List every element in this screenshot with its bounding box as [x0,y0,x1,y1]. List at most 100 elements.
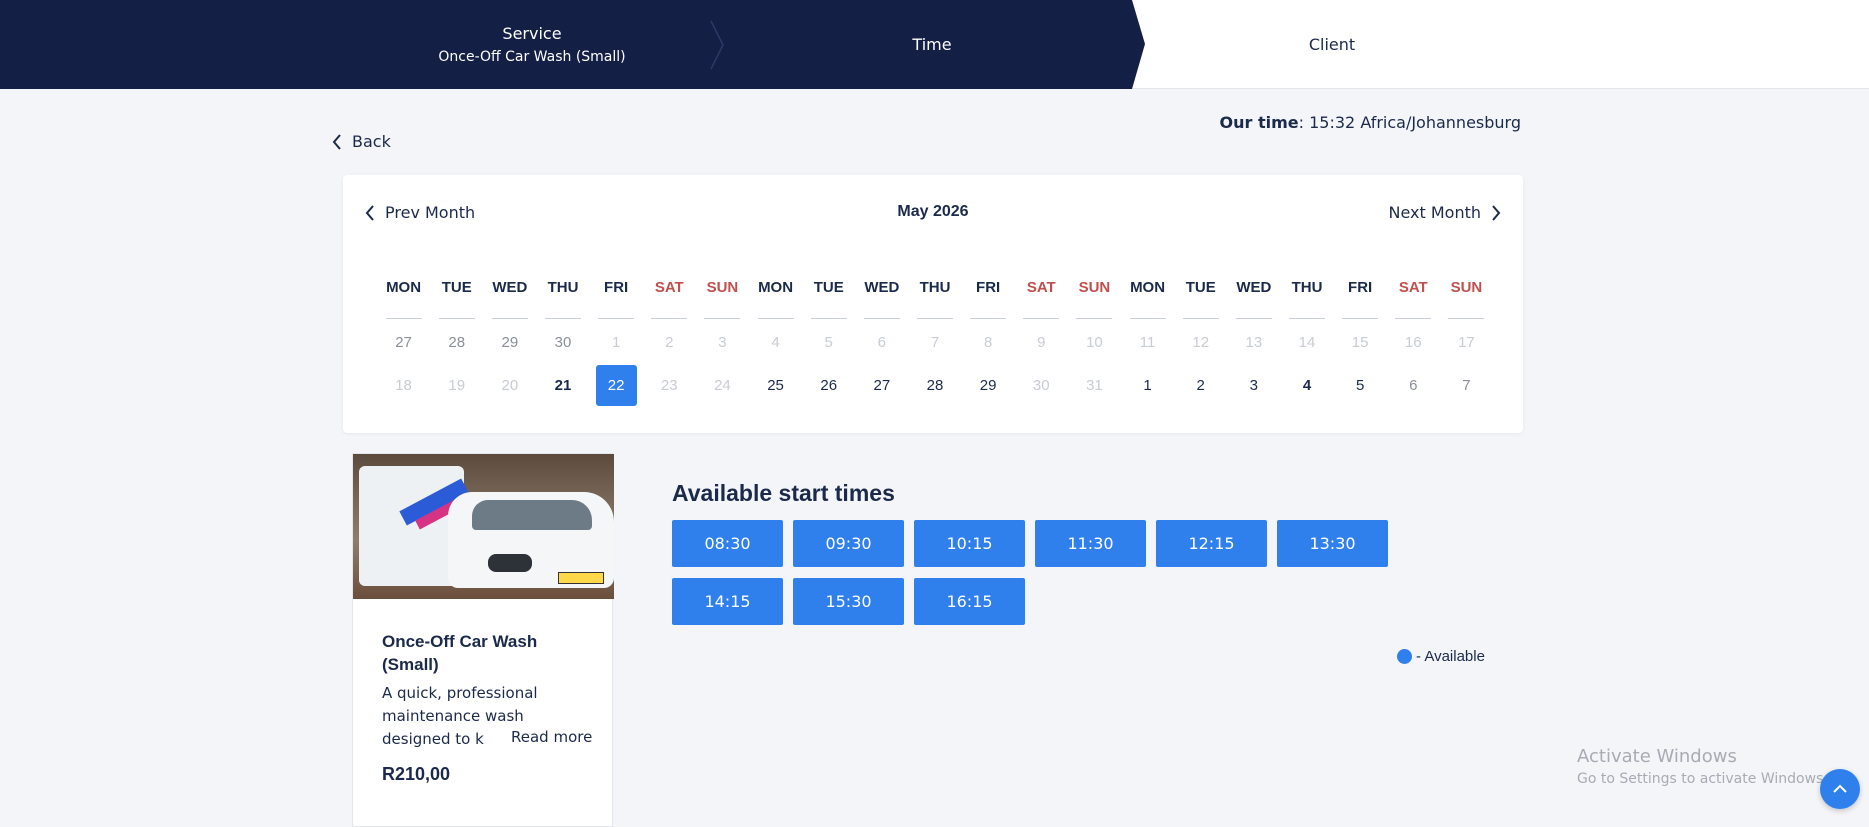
scroll-to-top-button[interactable] [1820,769,1860,809]
weekday-header: THU [908,279,961,319]
calendar-day[interactable]: 29 [962,365,1015,405]
calendar-day: 6 [877,333,887,351]
time-slot-button[interactable]: 09:30 [793,520,904,567]
weekday-header: SAT [643,279,696,319]
weekday-header: FRI [590,279,643,319]
step-service[interactable]: Service Once-Off Car Wash (Small) [412,0,652,89]
back-label: Back [352,132,391,151]
calendar-day[interactable]: 4 [1280,365,1333,405]
time-slot-button[interactable]: 14:15 [672,578,783,625]
calendar-day: 2 [665,333,674,351]
weekday-header: SAT [1387,279,1440,319]
calendar: Prev Month May 2026 Next Month MON TUE WED… [343,175,1523,433]
weekday-header: TUE [1174,279,1227,319]
available-dot-icon [1397,649,1412,664]
weekday-header: THU [536,279,589,319]
weekday-header: MON [749,279,802,319]
watermark-line1: Activate Windows [1577,746,1737,767]
calendar-day[interactable]: 3 [1227,365,1280,405]
chevron-right-icon [1492,204,1501,221]
step-client[interactable]: Client [1232,0,1432,89]
calendar-day: 19 [448,376,466,394]
calendar-day[interactable]: 21 [536,365,589,405]
service-price: R210,00 [382,764,451,784]
calendar-day: 9 [1037,333,1046,351]
car-shape [448,492,614,588]
next-month-label: Next Month [1388,203,1481,222]
calendar-day: 8 [983,333,993,351]
booking-stepper: Service Once-Off Car Wash (Small) Time C… [0,0,1869,89]
weekday-header: FRI [962,279,1015,319]
our-time-value: : 15:32 Africa/Johannesburg [1298,113,1521,132]
watermark-line2: Go to Settings to activate Windows. [1577,771,1828,787]
service-photo [353,454,614,599]
step-time-label: Time [912,35,952,54]
weekday-header: WED [1227,279,1280,319]
calendar-day[interactable]: 5 [1334,365,1387,405]
step-service-value: Once-Off Car Wash (Small) [438,49,626,65]
time-slot-button[interactable]: 13:30 [1277,520,1388,567]
calendar-day: 30 [1032,376,1050,394]
calendar-day-selected[interactable]: 22 [590,364,643,406]
weekday-header: WED [855,279,908,319]
step-client-label: Client [1308,35,1356,54]
weekday-header: SUN [1068,279,1121,319]
time-slot-button[interactable]: 08:30 [672,520,783,567]
weekday-header: THU [1280,279,1333,319]
calendar-grid: MON TUE WED THU FRI SAT SUN MON TUE WED THU FRI SAT S… [377,279,1493,406]
time-slot-button[interactable]: 15:30 [793,578,904,625]
calendar-day: 1 [611,333,621,351]
times-title: Available start times [672,480,895,506]
weekday-header: MON [377,279,430,319]
legend-label: - Available [1416,648,1485,665]
read-more-link[interactable]: Read more [499,728,593,746]
calendar-day: 24 [714,376,731,394]
step-service-label: Service [502,24,562,43]
calendar-day[interactable]: 27 [855,365,908,405]
time-slot-button[interactable]: 11:30 [1035,520,1146,567]
weekday-header: MON [1121,279,1174,319]
selected-day-label: 22 [595,364,637,406]
windows-watermark: Activate Windows Go to Settings to activ… [1577,746,1828,787]
step-time[interactable]: Time [832,0,1032,89]
weekday-header: WED [483,279,536,319]
calendar-day: 3 [718,333,727,351]
calendar-day: 29 [501,333,519,351]
calendar-day[interactable]: 28 [908,365,961,405]
calendar-day: 28 [448,333,466,351]
calendar-day[interactable]: 25 [749,365,802,405]
calendar-day: 12 [1192,333,1210,351]
weekday-header: SUN [1440,279,1493,319]
calendar-day: 14 [1298,333,1316,351]
calendar-day: 4 [771,333,780,351]
availability-legend: - Available [1397,648,1485,665]
calendar-day: 20 [501,376,519,394]
weekday-header: SUN [696,279,749,319]
calendar-day: 7 [930,333,940,351]
time-slot-button[interactable]: 16:15 [914,578,1025,625]
month-title: May 2026 [897,203,969,220]
calendar-day[interactable]: 2 [1174,365,1227,405]
calendar-day: 23 [660,376,678,394]
calendar-day: 11 [1139,333,1156,351]
weekday-header: FRI [1334,279,1387,319]
calendar-day[interactable]: 1 [1121,365,1174,405]
back-button[interactable]: Back [332,132,391,151]
weekday-header: SAT [1015,279,1068,319]
calendar-day[interactable]: 26 [802,365,855,405]
calendar-day: 17 [1458,333,1475,351]
service-title: Once-Off Car Wash (Small) [382,632,538,674]
calendar-day: 27 [395,333,412,351]
chevron-left-icon [332,133,341,150]
chevron-up-icon [1833,784,1847,793]
time-slot-button[interactable]: 10:15 [914,520,1025,567]
calendar-day: 13 [1245,333,1263,351]
weekday-header: TUE [430,279,483,319]
calendar-day: 15 [1351,333,1369,351]
our-time: Our time: 15:32 Africa/Johannesburg [1220,113,1521,132]
stepper-separator [710,20,724,70]
time-slots: 08:30 09:30 10:15 11:30 12:15 13:30 14:15 15:30… [672,520,1402,625]
calendar-day: 31 [1086,376,1103,394]
next-month-button[interactable]: Next Month [1388,203,1501,222]
time-slot-button[interactable]: 12:15 [1156,520,1267,567]
